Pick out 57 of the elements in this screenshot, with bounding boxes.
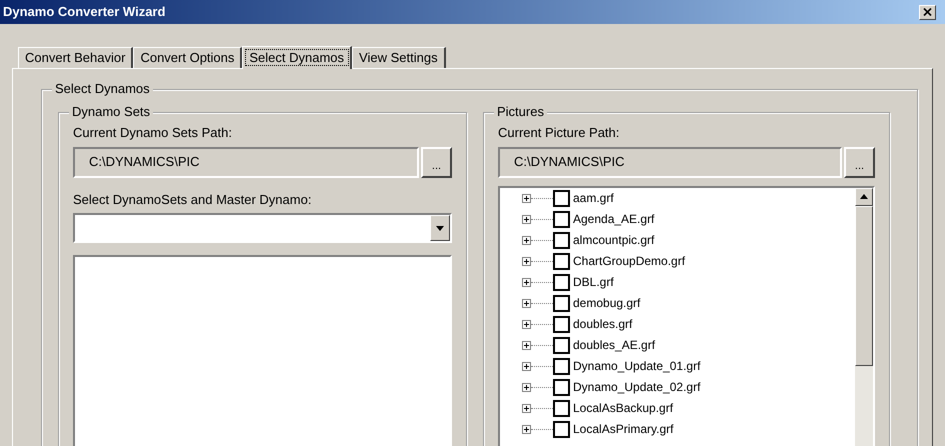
scrollbar[interactable]	[855, 188, 873, 446]
close-button[interactable]	[919, 4, 936, 20]
tree-item[interactable]: LocalAsBackup.grf	[573, 400, 674, 416]
checkbox[interactable]	[553, 210, 570, 228]
checkbox[interactable]	[553, 420, 570, 438]
checkbox[interactable]	[553, 358, 570, 374]
expand-icon[interactable]	[522, 298, 531, 308]
close-icon	[923, 8, 932, 16]
tab[interactable]: Convert Options	[133, 47, 242, 68]
tree-item[interactable]: demobug.grf	[573, 296, 640, 310]
tree-item[interactable]: doubles.grf	[573, 316, 632, 332]
scroll-thumb[interactable]	[855, 206, 873, 366]
checkbox[interactable]	[553, 336, 570, 354]
checkbox[interactable]	[553, 274, 570, 290]
expand-icon[interactable]	[522, 214, 531, 224]
checkbox[interactable]	[553, 190, 570, 206]
expand-icon[interactable]	[522, 362, 531, 370]
tree-item[interactable]: DBL.grf	[573, 274, 614, 290]
group-title: Select Dynamos	[52, 81, 153, 97]
checkbox[interactable]	[553, 400, 570, 416]
checkbox[interactable]	[553, 252, 570, 270]
field-label: Current Dynamo Sets Path:	[73, 124, 233, 142]
checkbox[interactable]	[553, 316, 570, 332]
expand-icon[interactable]	[522, 404, 531, 412]
group-title: Dynamo Sets	[69, 104, 154, 120]
tree-item[interactable]: aam.grf	[573, 190, 614, 206]
expand-icon[interactable]	[522, 424, 531, 434]
tab[interactable]: Select Dynamos	[242, 46, 352, 69]
tab[interactable]: Convert Behavior	[18, 47, 134, 68]
checkbox[interactable]	[553, 232, 570, 248]
tree-item[interactable]: ChartGroupDemo.grf	[573, 254, 686, 268]
tree-item[interactable]: almcountpic.grf	[573, 232, 654, 248]
window-title: Dynamo Converter Wizard	[3, 3, 166, 22]
expand-icon[interactable]	[522, 256, 531, 266]
tree-item[interactable]: LocalAsPrimary.grf	[573, 422, 674, 436]
expand-icon[interactable]	[522, 340, 531, 350]
scroll-up-icon	[860, 194, 868, 199]
field-label: Select DynamoSets and Master Dynamo:	[73, 190, 312, 209]
expand-icon[interactable]	[522, 194, 531, 202]
tree-item[interactable]: Agenda_AE.grf	[573, 212, 654, 226]
expand-icon[interactable]	[522, 278, 531, 286]
tree-item[interactable]: doubles_AE.grf	[573, 338, 656, 352]
checkbox[interactable]	[553, 294, 570, 312]
browse-button[interactable]: ...	[421, 146, 452, 178]
tree-item[interactable]: Dynamo_Update_01.grf	[573, 358, 700, 374]
path-field[interactable]: C:\DYNAMICS\PIC	[73, 146, 419, 178]
tree-item[interactable]: Dynamo_Update_02.grf	[573, 380, 700, 394]
dropdown-caret-icon	[436, 226, 444, 230]
expand-icon[interactable]	[522, 382, 531, 392]
expand-icon[interactable]	[522, 236, 531, 244]
field-label: Current Picture Path:	[498, 124, 620, 142]
browse-button[interactable]: ...	[844, 146, 875, 178]
tab[interactable]: View Settings	[352, 47, 446, 68]
checkbox[interactable]	[553, 378, 570, 396]
expand-icon[interactable]	[522, 320, 531, 328]
path-field[interactable]: C:\DYNAMICS\PIC	[498, 146, 842, 178]
dropdown-field[interactable]	[73, 213, 452, 243]
